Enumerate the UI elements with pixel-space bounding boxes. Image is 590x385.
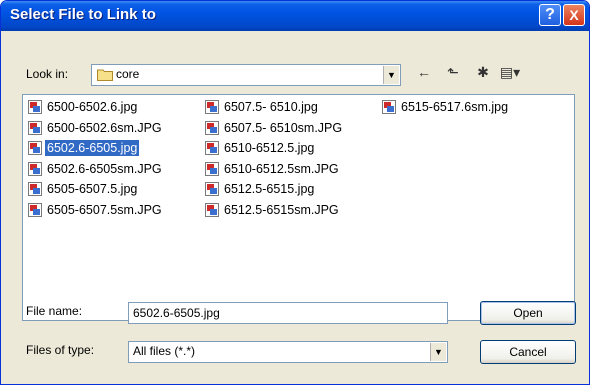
list-item[interactable]: 6510-6512.5sm.JPG: [204, 161, 341, 179]
file-name-label: 6502.6-6505sm.JPG: [47, 161, 162, 176]
image-file-icon: [205, 161, 219, 176]
list-item[interactable]: 6515-6517.6sm.jpg: [381, 99, 510, 117]
dialog-body: Look in: core ▼ ← ⬑ ✱ ▤▾ 6500-6502.6.jpg 650…: [1, 31, 589, 384]
list-item[interactable]: 6500-6502.6sm.JPG: [27, 120, 164, 138]
file-type-value: All files (*.*): [133, 344, 196, 358]
file-list[interactable]: 6500-6502.6.jpg 6500-6502.6sm.JPG 6502.6-6…: [22, 94, 575, 321]
file-name-value: 6502.6-6505.jpg: [133, 306, 220, 320]
file-name-label: 6510-6512.5.jpg: [224, 141, 315, 155]
file-name-field[interactable]: 6502.6-6505.jpg: [128, 302, 448, 324]
close-button[interactable]: X: [563, 4, 585, 26]
file-name-label: 6512.5-6515.jpg: [224, 182, 315, 196]
look-in-value: core: [116, 67, 140, 81]
new-folder-icon[interactable]: ✱: [472, 62, 494, 82]
image-file-icon: [28, 120, 42, 135]
file-name-label: 6500-6502.6sm.JPG: [47, 120, 162, 135]
list-item[interactable]: 6500-6502.6.jpg: [27, 99, 139, 117]
image-file-icon: [28, 141, 42, 155]
file-name-label: 6500-6502.6.jpg: [47, 100, 138, 114]
title-bar[interactable]: Select File to Link to ? X: [1, 1, 589, 31]
image-file-icon: [205, 120, 219, 135]
folder-icon: [97, 69, 113, 81]
list-item[interactable]: 6507.5- 6510sm.JPG: [204, 120, 344, 138]
image-file-icon: [205, 202, 219, 217]
image-file-icon: [382, 100, 396, 114]
chevron-down-icon[interactable]: ▼: [430, 343, 446, 361]
file-name-label: 6510-6512.5sm.JPG: [224, 161, 339, 176]
file-name-label: 6505-6507.5.jpg: [47, 182, 138, 196]
image-file-icon: [28, 100, 42, 114]
look-in-combo[interactable]: core ▼: [91, 64, 401, 86]
dialog-window: Select File to Link to ? X Look in: core…: [0, 0, 590, 385]
view-menu-icon[interactable]: ▤▾: [499, 62, 521, 82]
file-name-label: 6505-6507.5sm.JPG: [47, 202, 162, 217]
cancel-button[interactable]: Cancel: [480, 340, 576, 364]
dialog-title: Select File to Link to: [10, 6, 156, 23]
file-name-label: File name:: [26, 304, 83, 318]
list-item[interactable]: 6510-6512.5.jpg: [204, 140, 316, 158]
list-item[interactable]: 6512.5-6515.jpg: [204, 181, 316, 199]
file-name-label: 6507.5- 6510.jpg: [224, 100, 318, 114]
image-file-icon: [28, 161, 42, 176]
list-item[interactable]: 6505-6507.5.jpg: [27, 181, 139, 199]
help-button[interactable]: ?: [539, 4, 561, 26]
image-file-icon: [28, 182, 42, 196]
file-name-label: 6512.5-6515sm.JPG: [224, 202, 339, 217]
image-file-icon: [205, 141, 219, 155]
list-item[interactable]: 6507.5- 6510.jpg: [204, 99, 320, 117]
file-type-label: Files of type:: [26, 343, 95, 357]
image-file-icon: [205, 182, 219, 196]
chevron-down-icon[interactable]: ▼: [383, 66, 399, 84]
open-button[interactable]: Open: [480, 301, 576, 325]
list-item[interactable]: 6502.6-6505sm.JPG: [27, 161, 164, 179]
look-in-label: Look in:: [26, 67, 69, 81]
up-folder-icon[interactable]: ⬑: [442, 62, 464, 82]
file-type-select[interactable]: All files (*.*) ▼: [128, 341, 448, 363]
file-name-label: 6515-6517.6sm.jpg: [401, 100, 509, 114]
list-item[interactable]: 6502.6-6505.jpg: [27, 140, 140, 158]
list-item[interactable]: 6505-6507.5sm.JPG: [27, 202, 164, 220]
image-file-icon: [205, 100, 219, 114]
back-icon[interactable]: ←: [413, 62, 435, 82]
file-name-label: 6507.5- 6510sm.JPG: [224, 120, 343, 135]
file-name-label: 6502.6-6505.jpg: [45, 140, 140, 156]
image-file-icon: [28, 202, 42, 217]
list-item[interactable]: 6512.5-6515sm.JPG: [204, 202, 341, 220]
